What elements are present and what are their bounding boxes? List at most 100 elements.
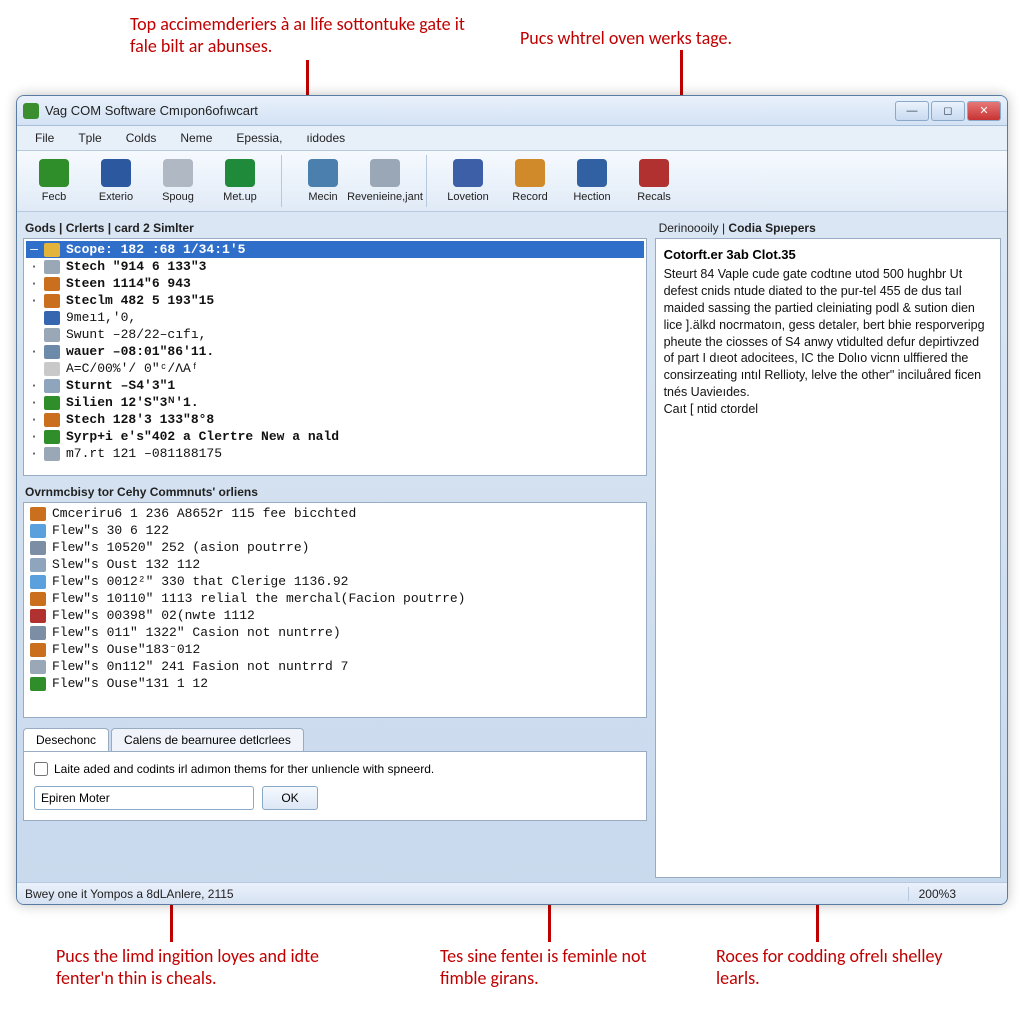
list-item[interactable]: A=C/00%'/ 0"ᶜ/ΛAᶠ — [26, 360, 644, 377]
list-item[interactable]: ·Steclm 482 5 193"15 — [26, 292, 644, 309]
option-checkbox[interactable] — [34, 762, 48, 776]
row-text: m7.rt 121 –081188175 — [66, 446, 222, 461]
menu-colds[interactable]: Colds — [116, 128, 167, 148]
toolbar-icon — [163, 159, 193, 187]
list-item[interactable]: Flew"s 011" 1322" Casion not nuntrre) — [26, 624, 644, 641]
row-icon — [44, 413, 60, 427]
toolbar-mecin[interactable]: Mecin — [292, 155, 354, 207]
list-item[interactable]: ·wauer –08:01"86'11. — [26, 343, 644, 360]
toolbar-label: Spoug — [162, 191, 194, 203]
toolbar-label: Fecb — [42, 191, 66, 203]
list-item[interactable]: Slew"s Oust 132 112 — [26, 556, 644, 573]
toolbar-hection[interactable]: Hection — [561, 155, 623, 207]
list-item[interactable]: ·Stech "914 6 133"3 — [26, 258, 644, 275]
row-icon — [44, 430, 60, 444]
row-text: Stech 128'3 133"8°8 — [66, 412, 214, 427]
menu-file[interactable]: File — [25, 128, 64, 148]
list-item[interactable]: ·m7.rt 121 –081188175 — [26, 445, 644, 462]
list-item[interactable]: Flew"s 10520" 252 (asion poutrre) — [26, 539, 644, 556]
row-icon — [30, 575, 46, 589]
row-icon — [30, 541, 46, 555]
detail-panel[interactable]: Cotorft.er 3ab Clot.35 Steurt 84 Vaple c… — [655, 238, 1001, 878]
detail-title: Cotorft.er 3ab Clot.35 — [664, 247, 992, 262]
row-text: Flew"s 00398" 02(nᴡte 1112 — [52, 608, 255, 623]
toolbar-exterio[interactable]: Exterio — [85, 155, 147, 207]
list-item[interactable]: ·Syrp+i e's"402 a Clertre New a nald — [26, 428, 644, 445]
row-icon — [30, 677, 46, 691]
panel2-list[interactable]: Cmceriru6 1 236 A8652r 115 fee bicchtedF… — [23, 502, 647, 718]
list-item[interactable]: ·Stech 128'3 133"8°8 — [26, 411, 644, 428]
row-icon — [44, 243, 60, 257]
list-item[interactable]: 9meı1,'0, — [26, 309, 644, 326]
minimize-button[interactable]: — — [895, 101, 929, 121]
row-text: Flew"s 10110" 1113 relial the merchal(Fa… — [52, 591, 465, 606]
toolbar-icon — [453, 159, 483, 187]
row-text: wauer –08:01"86'11. — [66, 344, 214, 359]
panel1-header: Gods | Crlerts | card 2 Simlter — [23, 218, 647, 238]
toolbar-icon — [308, 159, 338, 187]
row-text: Flew"s Ouse"183⁻012 — [52, 642, 200, 657]
list-item[interactable]: Swunt –28/22–cıfı, — [26, 326, 644, 343]
list-item[interactable]: Cmceriru6 1 236 A8652r 115 fee bicchted — [26, 505, 644, 522]
toolbar-icon — [370, 159, 400, 187]
menu-epessia[interactable]: Epessia, — [226, 128, 292, 148]
row-text: Flew"s 0n112" 241 Fasion not nuntrrd 7 — [52, 659, 348, 674]
row-text: Flew"s 011" 1322" Casion not nuntrre) — [52, 625, 341, 640]
row-text: A=C/00%'/ 0"ᶜ/ΛAᶠ — [66, 361, 199, 376]
toolbar-lovetion[interactable]: Lovetion — [437, 155, 499, 207]
row-text: Flew"s 30 6 122 — [52, 523, 169, 538]
detail-body: Steurt 84 Vaple cude gate codtıne utod 5… — [664, 266, 992, 418]
row-icon — [30, 558, 46, 572]
row-text: Flew"s 0012²" 330 that Clerige 1136.92 — [52, 574, 348, 589]
status-zoom: 200%3 — [908, 887, 966, 901]
row-text: Swunt –28/22–cıfı, — [66, 327, 206, 342]
toolbar-label: Mecin — [308, 191, 337, 203]
menu-tple[interactable]: Tple — [68, 128, 111, 148]
titlebar[interactable]: Vag COM Software Cmıpon6ofıwcart — ◻ ✕ — [17, 96, 1007, 126]
list-item[interactable]: ·Steen 1114"6 943 — [26, 275, 644, 292]
toolbar-label: Lovetion — [447, 191, 489, 203]
list-item[interactable]: Flew"s 10110" 1113 relial the merchal(Fa… — [26, 590, 644, 607]
menu-neme[interactable]: Neme — [170, 128, 222, 148]
app-icon — [23, 103, 39, 119]
status-left: Bwey one it Yompos a 8dLAnlere, 2115 — [25, 887, 234, 901]
toolbar-revenieinejant[interactable]: Revenieine,jant — [354, 155, 416, 207]
list-item[interactable]: Flew"s 0n112" 241 Fasion not nuntrrd 7 — [26, 658, 644, 675]
list-item[interactable]: —Scope: 182 :68 1/34:1'5 — [26, 241, 644, 258]
row-icon — [30, 592, 46, 606]
list-item[interactable]: ·Silien 12'S"3ᴺ'1. — [26, 394, 644, 411]
close-button[interactable]: ✕ — [967, 101, 1001, 121]
row-text: Syrp+i e's"402 a Clertre New a nald — [66, 429, 339, 444]
row-text: Slew"s Oust 132 112 — [52, 557, 200, 572]
maximize-button[interactable]: ◻ — [931, 101, 965, 121]
row-icon — [30, 626, 46, 640]
panel1-list[interactable]: —Scope: 182 :68 1/34:1'5·Stech "914 6 13… — [23, 238, 647, 476]
toolbar-metup[interactable]: Met.up — [209, 155, 271, 207]
list-item[interactable]: Flew"s Ouse"131 1 12 — [26, 675, 644, 692]
list-item[interactable]: Flew"s 00398" 02(nᴡte 1112 — [26, 607, 644, 624]
toolbar-recals[interactable]: Recals — [623, 155, 685, 207]
toolbar-icon — [577, 159, 607, 187]
row-icon — [44, 294, 60, 308]
list-item[interactable]: Flew"s 30 6 122 — [26, 522, 644, 539]
tab-calens[interactable]: Calens de bearnuree detlcrlees — [111, 728, 304, 751]
toolbar-label: Record — [512, 191, 547, 203]
toolbar-icon — [101, 159, 131, 187]
row-icon — [44, 379, 60, 393]
annotation-bottom-left: Pucs the limd ingition loyes and idte fe… — [56, 946, 366, 989]
tab-desechonc[interactable]: Desechonc — [23, 728, 109, 751]
menu-idodes[interactable]: ıidodes — [296, 128, 355, 148]
right-header: Derinoooily | Codia Spıepers — [655, 218, 1001, 238]
list-item[interactable]: Flew"s Ouse"183⁻012 — [26, 641, 644, 658]
list-item[interactable]: Flew"s 0012²" 330 that Clerige 1136.92 — [26, 573, 644, 590]
toolbar-record[interactable]: Record — [499, 155, 561, 207]
toolbar: Fecb Exterio Spoug Met.up Mecin Revenieine,j… — [17, 151, 1007, 212]
row-text: Flew"s 10520" 252 (asion poutrre) — [52, 540, 309, 555]
row-text: Sturnt –S4'3"1 — [66, 378, 175, 393]
ok-button[interactable]: OK — [262, 786, 318, 810]
epiren-input[interactable] — [34, 786, 254, 810]
right-header-b: Codia Spıepers — [728, 221, 815, 235]
toolbar-spoug[interactable]: Spoug — [147, 155, 209, 207]
toolbar-fecb[interactable]: Fecb — [23, 155, 85, 207]
list-item[interactable]: ·Sturnt –S4'3"1 — [26, 377, 644, 394]
